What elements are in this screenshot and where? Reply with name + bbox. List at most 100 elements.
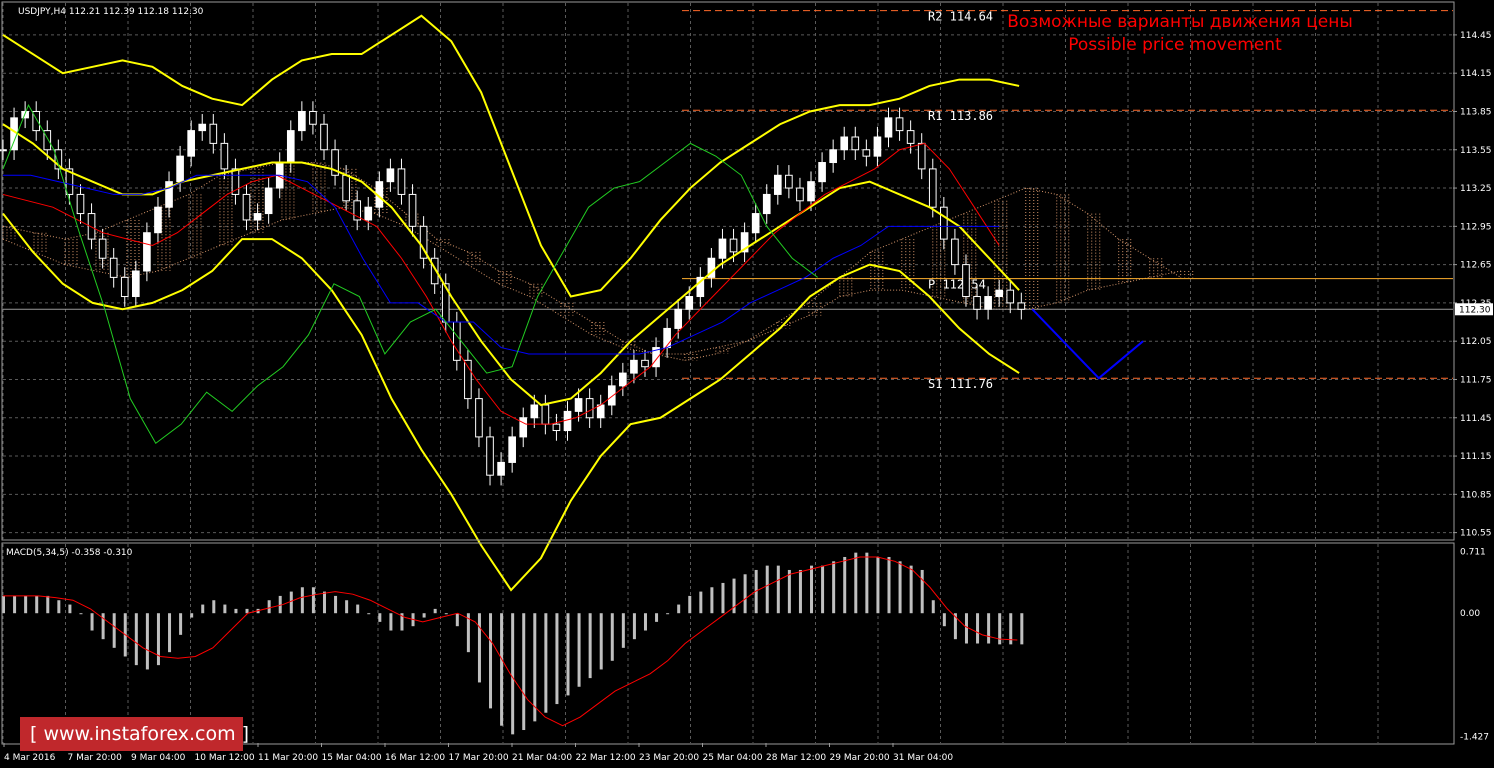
candle-bear (862, 149, 871, 157)
candle-bear (940, 206, 948, 240)
macd-bar (134, 613, 138, 666)
candle-bear (1017, 302, 1026, 310)
macd-bar (112, 613, 116, 648)
watermark-logo[interactable]: [ www.instaforex.com ] (20, 717, 249, 751)
macd-bar (798, 569, 802, 614)
macd-bar (156, 613, 160, 666)
macd-bar (632, 613, 636, 640)
candle-bear (541, 404, 550, 425)
candle-bull (807, 181, 815, 202)
candle-bull (176, 155, 184, 183)
macd-bar (610, 613, 614, 661)
macd-bar (389, 613, 393, 631)
candle-bull (154, 206, 162, 234)
macd-bar (322, 591, 326, 614)
macd-bar (688, 595, 692, 614)
candle-bull (840, 136, 849, 151)
macd-bar (245, 608, 249, 614)
price-tick-label: 114.15 (1460, 69, 1492, 79)
candle-bull (884, 117, 893, 138)
candle-bear (486, 436, 494, 476)
time-tick-label: 9 Mar 04:00 (131, 753, 186, 763)
macd-bar (854, 552, 858, 614)
candle-bear (552, 423, 561, 432)
macd-bar (765, 565, 769, 614)
macd-bar (46, 595, 50, 614)
time-tick-label: 16 Mar 12:00 (385, 753, 445, 763)
annotation-ru: Возможные варианты движения цены (1007, 12, 1353, 32)
macd-bar (168, 613, 172, 653)
macd-bar (433, 608, 437, 614)
macd-bar (444, 613, 448, 615)
price-tick-label: 111.15 (1460, 452, 1492, 462)
price-tick-label: 110.55 (1460, 529, 1492, 539)
candle-bull (818, 162, 826, 183)
candle-bull (0, 149, 7, 152)
macd-bar (887, 556, 891, 614)
candle-bear (109, 257, 118, 278)
candle-bear (796, 187, 804, 202)
macd-bar (843, 556, 847, 614)
macd-bar (511, 613, 515, 735)
candle-bear (1006, 289, 1015, 304)
time-tick-label: 23 Mar 20:00 (639, 753, 699, 763)
macd-bar (577, 613, 581, 687)
macd-bar (477, 613, 481, 683)
macd-bar (190, 613, 194, 618)
macd-bar (920, 569, 924, 614)
chart-background (0, 0, 1494, 768)
level-label: R2 114.64 (928, 10, 993, 24)
price-tick-label: 112.95 (1460, 222, 1492, 232)
macd-bar (976, 613, 980, 644)
candle-bear (220, 142, 229, 170)
macd-bar (24, 595, 28, 614)
macd-bar (964, 613, 968, 644)
macd-bar (500, 613, 504, 726)
macd-bar (776, 565, 780, 614)
macd-bar (422, 613, 426, 618)
macd-bar (655, 613, 659, 622)
macd-bar (367, 613, 371, 615)
macd-tick-label: 0.00 (1460, 609, 1480, 619)
candle-bear (120, 276, 129, 298)
macd-bar (643, 613, 647, 631)
candle-bull (685, 296, 694, 310)
candle-bear (928, 168, 937, 208)
price-tick-label: 111.75 (1460, 375, 1492, 385)
time-tick-label: 10 Mar 12:00 (195, 753, 255, 763)
candle-bear (309, 110, 317, 125)
candle-bull (386, 168, 395, 183)
candle-bear (209, 123, 218, 144)
candle-bear (895, 117, 904, 132)
macd-bar (621, 613, 625, 648)
macd-bar (68, 604, 72, 614)
candle-bull (519, 417, 528, 438)
trading-chart[interactable]: R2 114.64R1 113.86P 112.54S1 111.76 114.… (0, 0, 1494, 768)
candle-bull (718, 238, 727, 259)
macd-bar (555, 613, 559, 705)
level-label: R1 113.86 (928, 109, 993, 123)
candle-bull (762, 193, 771, 215)
macd-bar (234, 608, 238, 614)
level-label: S1 111.76 (928, 377, 993, 391)
candle-bear (342, 174, 350, 202)
candle-bull (132, 270, 140, 298)
macd-info: MACD(5,34,5) -0.358 -0.310 (6, 548, 133, 558)
macd-bar (1020, 613, 1024, 645)
macd-bar (334, 595, 338, 614)
macd-bar (942, 613, 946, 627)
time-tick-label: 11 Mar 20:00 (258, 753, 318, 763)
candle-bear (76, 193, 85, 215)
candle-bear (452, 321, 461, 361)
price-tick-label: 110.85 (1460, 490, 1492, 500)
time-tick-label: 29 Mar 20:00 (830, 753, 890, 763)
macd-tick-label: 0.711 (1460, 548, 1486, 558)
macd-bar (90, 613, 94, 631)
macd-bar (489, 613, 493, 709)
macd-bar (201, 604, 205, 614)
macd-bar (865, 552, 869, 614)
candle-bear (242, 193, 251, 221)
macd-bar (145, 613, 149, 670)
candle-bear (408, 193, 417, 227)
candle-bear (962, 264, 970, 298)
